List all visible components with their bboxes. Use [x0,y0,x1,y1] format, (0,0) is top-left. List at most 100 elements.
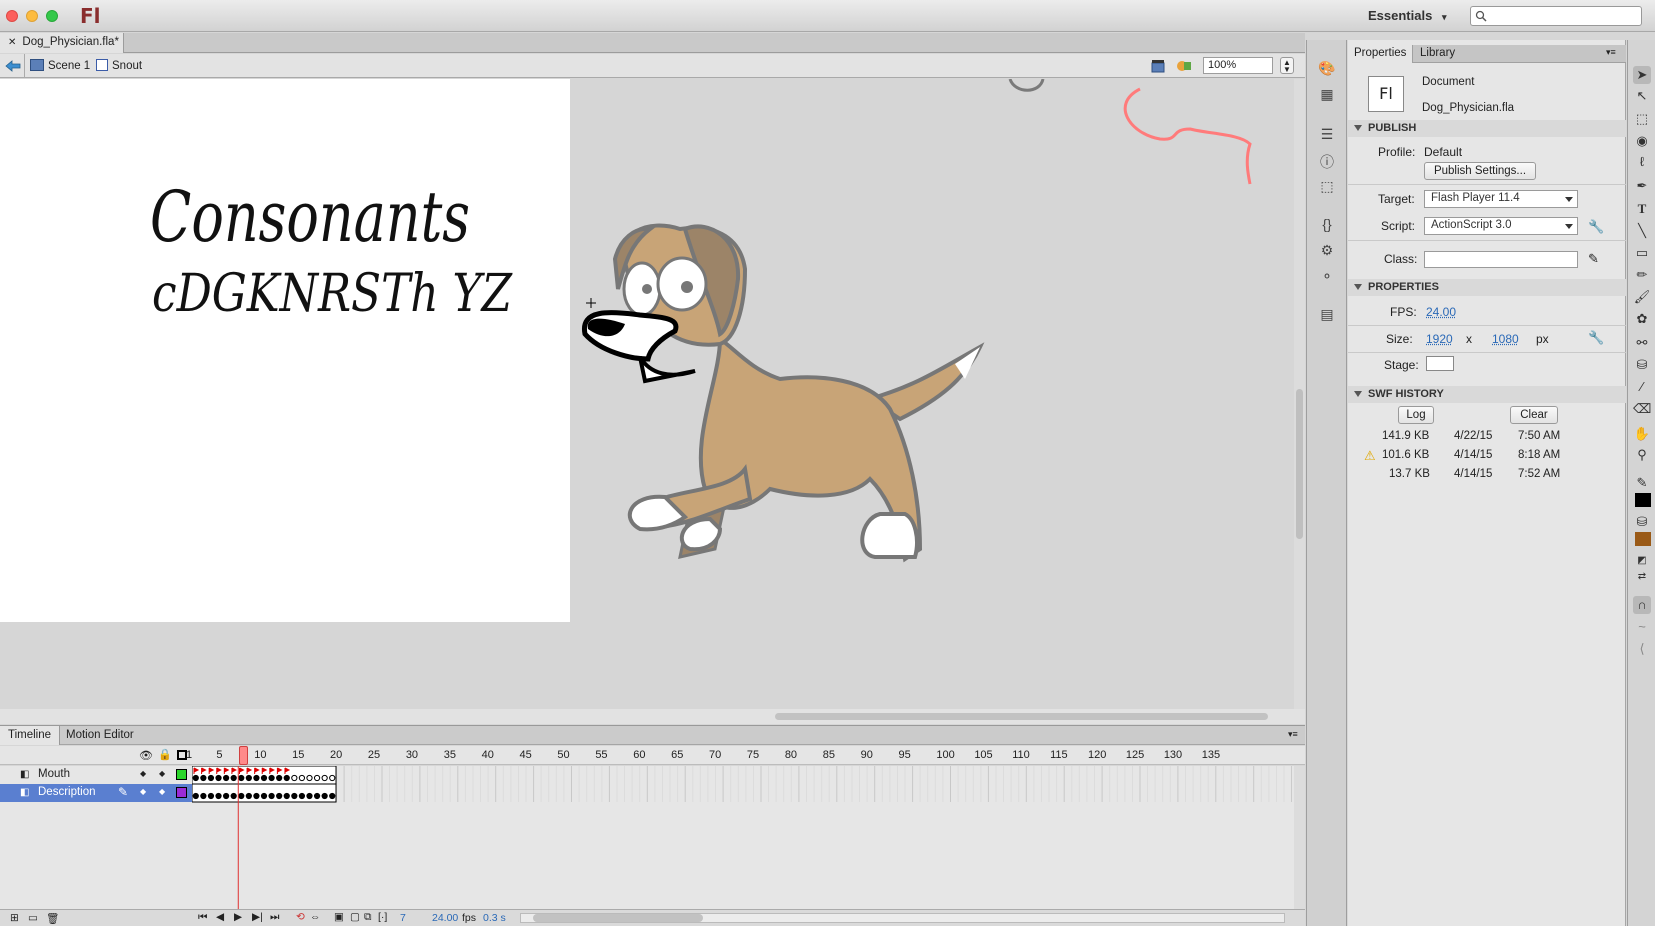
play-icon[interactable]: ▶ [234,911,242,923]
stage-color-swatch[interactable] [1426,356,1454,371]
stage-vertical-scrollbar[interactable] [1294,79,1305,709]
panel-menu-icon[interactable]: ▾≡ [1606,47,1616,58]
help-search-input[interactable] [1470,6,1642,26]
transform-icon[interactable]: ⬚ [1317,178,1337,198]
lasso-tool-icon[interactable]: ℓ [1633,153,1651,171]
timeline-horizontal-scrollbar[interactable] [520,913,1285,923]
zoom-stepper[interactable]: ▲ ▼ [1280,57,1294,74]
rectangle-tool-icon[interactable]: ▭ [1633,244,1651,262]
first-frame-icon[interactable]: ⏮ [198,911,207,924]
selection-tool-icon[interactable]: ➤ [1633,66,1651,84]
height-value[interactable]: 1080 [1492,332,1519,346]
stroke-color-swatch[interactable] [1635,493,1651,507]
align-icon[interactable]: ☰ [1317,126,1337,146]
lock-dot[interactable]: ◆ [159,769,165,778]
layer-outline-color[interactable] [176,769,187,780]
swatches-icon[interactable]: ▦ [1317,86,1337,106]
color-palette-icon[interactable]: 🎨 [1317,60,1337,80]
log-button[interactable]: Log [1398,406,1434,424]
tab-timeline[interactable]: Timeline [0,726,61,745]
bone-tool-icon[interactable]: ⚯ [1633,334,1651,352]
snap-to-objects-icon[interactable]: ∩ [1633,596,1651,614]
publish-section-header[interactable]: PUBLISH [1348,120,1626,137]
document-tab[interactable]: ✕ Dog_Physician.fla* [0,33,124,53]
dog-illustration[interactable] [570,79,1290,709]
breadcrumb-scene[interactable]: Scene 1 [30,59,90,72]
timeline-ruler[interactable]: 👁 🔒 1 5 10 15 20 25 30 35 40 45 50 55 60 65 70 75 80 85 90… [0,746,1305,765]
history-icon[interactable]: ▤ [1317,306,1337,326]
target-select[interactable]: Flash Player 11.4 [1424,190,1578,208]
center-frame-icon[interactable]: ⇔ [310,911,321,923]
close-tab-icon[interactable]: ✕ [8,37,16,48]
back-arrow-icon[interactable] [4,58,22,74]
tab-properties[interactable]: Properties [1348,45,1414,63]
clear-button[interactable]: Clear [1510,406,1558,424]
panel-menu-icon[interactable]: ▾≡ [1288,729,1298,740]
timeline-scroll-thumb[interactable] [533,914,703,922]
deco-tool-icon[interactable]: ✿ [1633,310,1651,328]
fill-color-swatch[interactable] [1635,532,1651,546]
line-tool-icon[interactable]: ╲ [1633,222,1651,240]
swf-history-section-header[interactable]: SWF HISTORY [1348,386,1626,403]
script-select[interactable]: ActionScript 3.0 [1424,217,1578,235]
class-input[interactable] [1424,251,1578,268]
pen-tool-icon[interactable]: ✒ [1633,177,1651,195]
motion-presets-icon[interactable]: ⚬ [1317,268,1337,288]
workspace-switcher[interactable]: Essentials ▾ [1368,8,1446,23]
swap-colors-icon[interactable]: ⇄ [1633,568,1651,586]
close-window-button[interactable] [6,10,18,22]
breadcrumb-symbol[interactable]: Snout [96,59,142,72]
paint-bucket-tool-icon[interactable]: ⛁ [1633,356,1651,374]
visibility-dot[interactable]: ◆ [140,787,146,796]
tab-motion-editor[interactable]: Motion Editor [58,726,142,745]
new-folder-icon[interactable]: ▭ [28,912,38,924]
visibility-dot[interactable]: ◆ [140,769,146,778]
onion-outlines-icon[interactable]: ▢ [350,911,360,923]
actions-icon[interactable]: {} [1317,216,1337,236]
3d-rotation-tool-icon[interactable]: ◉ [1633,132,1651,150]
pencil-tool-icon[interactable]: ✏ [1633,266,1651,284]
layer-row-description[interactable]: ◧ Description ✎ ◆ ◆ [0,784,192,802]
info-icon[interactable]: ⓘ [1317,152,1337,172]
hand-tool-icon[interactable]: ✋ [1633,425,1651,443]
smooth-icon[interactable]: ~ [1633,618,1651,636]
components-icon[interactable]: ⚙ [1317,242,1337,262]
current-frame[interactable]: 7 [400,912,406,924]
delete-layer-icon[interactable]: 🗑 [46,912,59,925]
eyedropper-tool-icon[interactable]: ⁄ [1633,378,1651,396]
width-value[interactable]: 1920 [1426,332,1453,346]
subselection-tool-icon[interactable]: ↖ [1633,87,1651,105]
eye-icon[interactable]: 👁 [139,749,153,762]
minimize-window-button[interactable] [26,10,38,22]
timeline-frames[interactable] [192,766,1292,911]
lock-dot[interactable]: ◆ [159,787,165,796]
straighten-icon[interactable]: ⟨ [1633,640,1651,658]
publish-settings-button[interactable]: Publish Settings... [1424,162,1536,180]
edit-class-pencil-icon[interactable]: ✎ [1588,251,1599,267]
edit-multiple-icon[interactable]: ⧉ [364,911,372,924]
layer-outline-color[interactable] [176,787,187,798]
elapsed-time[interactable]: 0.3 s [483,912,506,924]
lock-icon[interactable]: 🔒 [158,748,172,761]
tab-library[interactable]: Library [1414,45,1461,63]
frame-rate[interactable]: 24.00 [432,912,458,924]
zoom-window-button[interactable] [46,10,58,22]
last-frame-icon[interactable]: ⏭ [270,911,279,924]
step-back-icon[interactable]: ◀ [216,911,224,923]
free-transform-tool-icon[interactable]: ⬚ [1633,110,1651,128]
vertical-scroll-thumb[interactable] [1296,389,1303,539]
onion-skin-icon[interactable]: ▣ [334,911,344,923]
pasteboard[interactable]: Consonants cDGKNRSTh YZ [0,79,1290,709]
stage-canvas[interactable]: Consonants cDGKNRSTh YZ [0,79,570,622]
text-tool-icon[interactable]: T [1633,200,1651,218]
new-layer-icon[interactable]: ⊞ [10,912,19,924]
edit-scene-icon[interactable] [1150,58,1166,74]
zoom-input[interactable]: 100% [1203,57,1273,74]
loop-icon[interactable]: ⟲ [296,911,305,923]
advanced-settings-wrench-icon[interactable]: 🔧 [1588,330,1604,346]
wrench-icon[interactable]: 🔧 [1588,219,1604,235]
properties-section-header[interactable]: PROPERTIES [1348,279,1626,296]
step-forward-icon[interactable]: ▶| [252,911,263,923]
brush-tool-icon[interactable]: 🖌 [1633,288,1651,306]
playhead[interactable] [239,746,248,765]
